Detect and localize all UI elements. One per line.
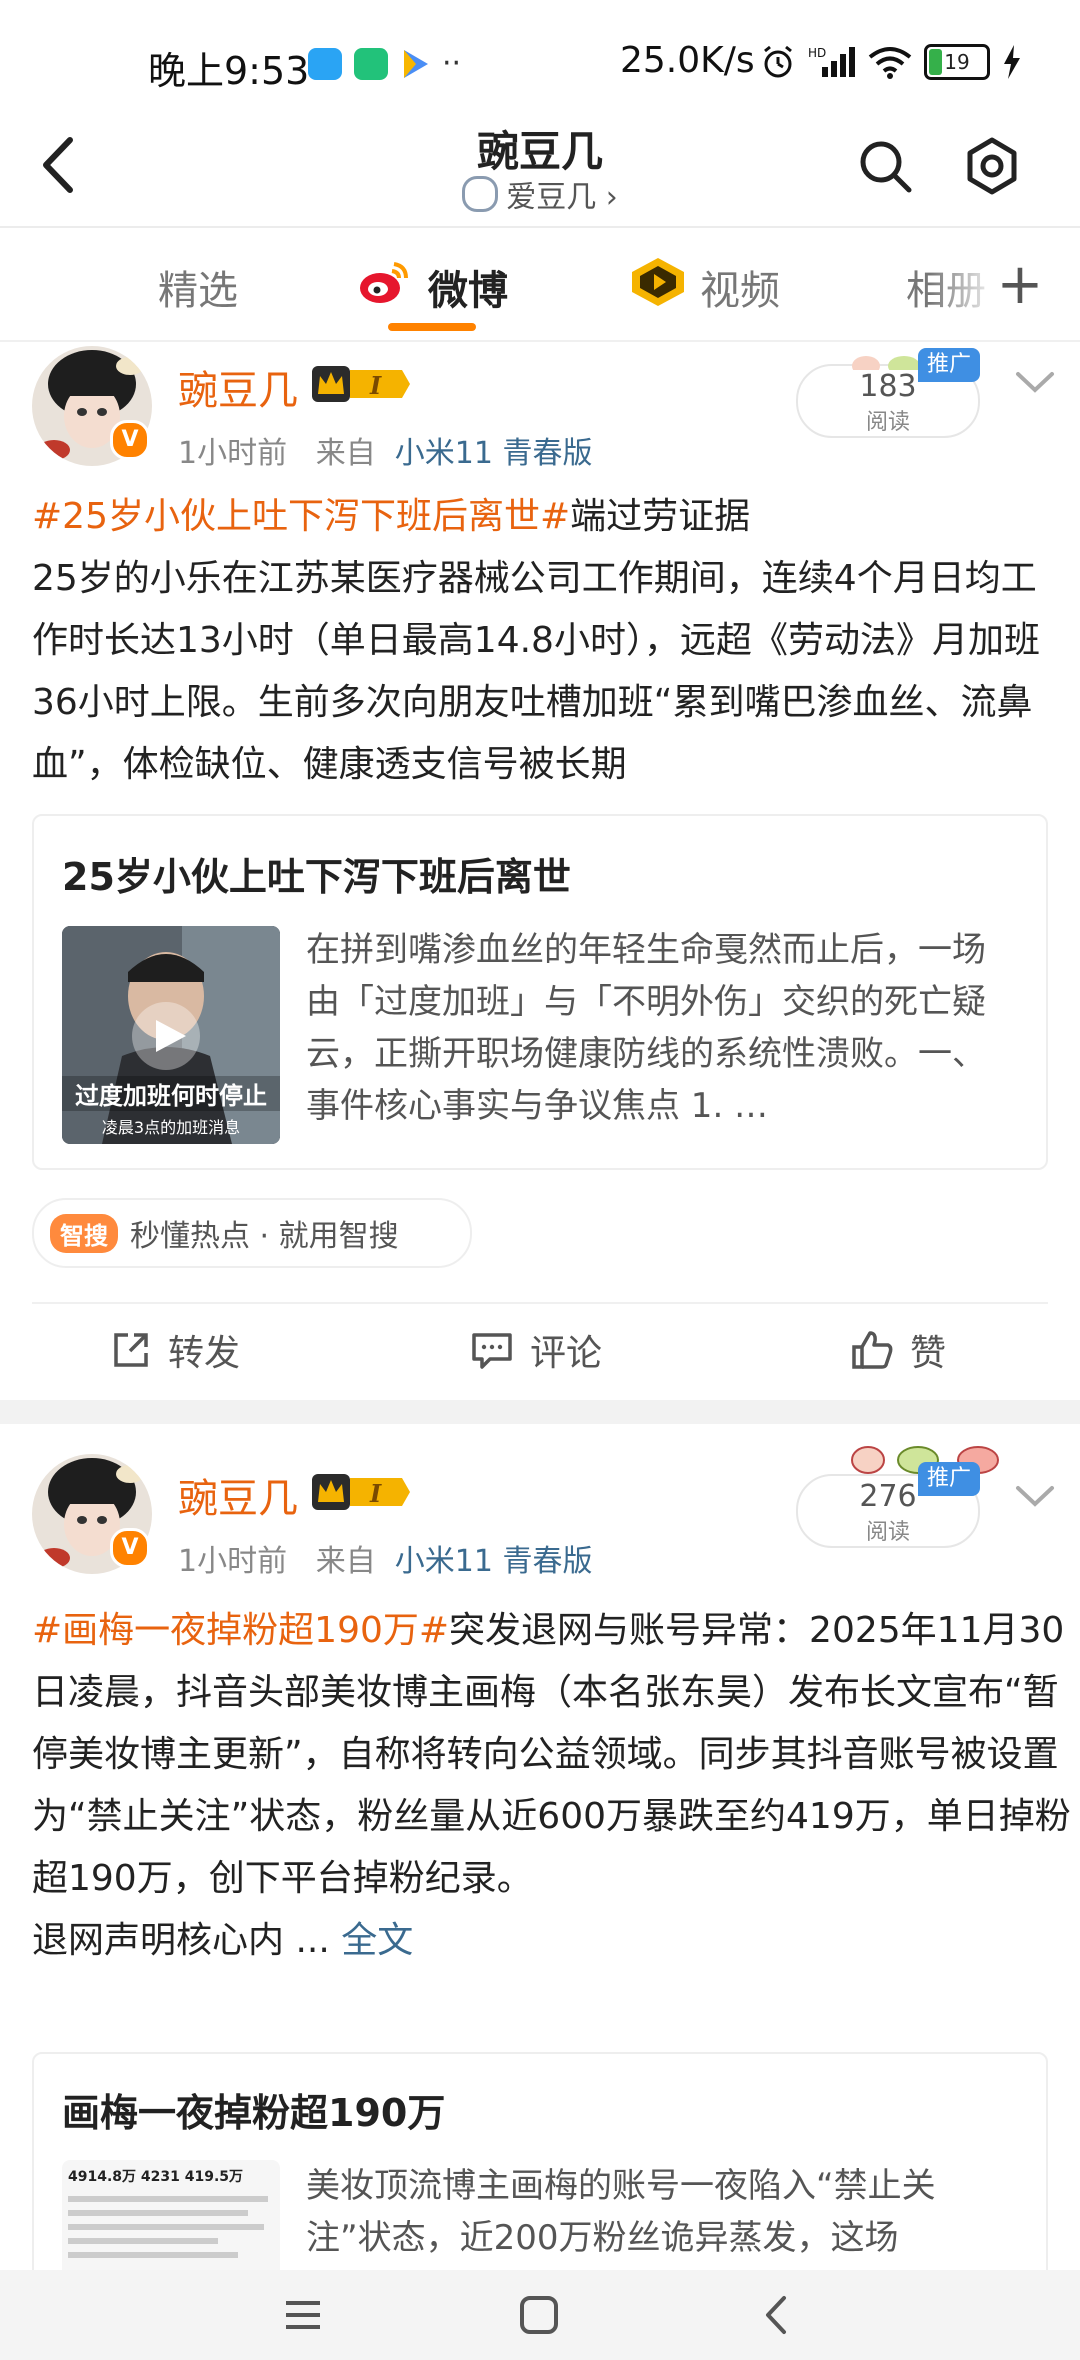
thumbnail-stats: 4914.8万 4231 419.5万	[68, 2169, 244, 2185]
chevron-down-icon[interactable]	[1010, 1476, 1060, 1516]
post-text-body: 25岁的小乐在江苏某医疗器械公司工作期间，连续4个月日均工作时长达13小时（单日…	[32, 558, 1040, 785]
promoted-badge: 推广	[918, 1462, 980, 1496]
verified-badge: V	[110, 420, 150, 460]
fan-group-label: 爱豆几 ›	[506, 180, 618, 215]
smart-search-badge: 智搜	[50, 1213, 118, 1253]
tab-weibo[interactable]: 微博	[428, 258, 508, 316]
repost-label: 转发	[168, 1333, 241, 1374]
notification-icons: ··	[308, 46, 461, 81]
article-summary: 在拼到嘴渗血丝的年轻生命戛然而止后，一场由「过度加班」与「不明外伤」交织的死亡疑…	[306, 930, 986, 1126]
verified-badge: V	[110, 1528, 150, 1568]
active-tab-indicator	[388, 323, 476, 331]
menu-icon	[286, 2301, 320, 2329]
post-meta: 1小时前 来自 小米11 青春版	[178, 428, 593, 472]
post-author[interactable]: 豌豆几	[178, 358, 298, 416]
vip-crown-icon: I	[312, 1472, 412, 1512]
video-icon	[630, 256, 686, 308]
status-time: 晚上9:53	[148, 49, 310, 93]
search-button[interactable]	[855, 136, 915, 196]
fan-group-icon	[462, 176, 499, 212]
post-text-tail: 退网声明核心内	[32, 1920, 285, 1961]
add-tab-button[interactable]: +	[990, 250, 1050, 320]
thumbs-up-icon	[852, 1331, 893, 1369]
page-title: 豌豆几	[476, 127, 603, 176]
repost-icon	[114, 1333, 148, 1367]
level-text: I	[369, 1479, 382, 1508]
full-text-link[interactable]: 全文	[341, 1920, 413, 1961]
vip-crown-icon: I	[312, 364, 412, 404]
post-time: 1小时前	[178, 436, 288, 471]
app-notification-icon	[354, 47, 388, 80]
post-separator	[0, 1400, 1080, 1424]
home-icon	[520, 2296, 558, 2334]
like-label: 赞	[910, 1333, 947, 1374]
play-store-icon	[404, 49, 428, 78]
article-card[interactable]: 25岁小伙上吐下泻下班后离世 过度加班何时停止 凌晨3点的加班消息 在拼到嘴渗血…	[32, 814, 1048, 1170]
article-title: 画梅一夜掉粉超190万	[62, 2091, 446, 2135]
post-from-label: 来自	[315, 1544, 376, 1579]
thumbnail-caption: 过度加班何时停止	[62, 1076, 280, 1111]
tab-video[interactable]: 视频	[700, 258, 780, 316]
wifi-icon	[868, 47, 912, 79]
thumbnail-subcaption: 凌晨3点的加班消息	[101, 1118, 241, 1137]
settings-button[interactable]	[962, 136, 1022, 196]
post-author[interactable]: 豌豆几	[178, 1466, 298, 1524]
post-meta: 1小时前 来自 小米11 青春版	[178, 1536, 593, 1580]
system-icons: HD 19	[760, 44, 1022, 80]
comment-icon	[472, 1333, 512, 1369]
chevron-down-icon[interactable]	[1010, 362, 1060, 402]
comment-button[interactable]: 评论	[470, 1324, 602, 1376]
home-button[interactable]	[518, 2294, 560, 2336]
search-icon	[860, 141, 912, 193]
fan-group-link[interactable]: 爱豆几 ›	[0, 172, 1080, 216]
header-divider	[0, 226, 1080, 228]
actions-divider	[32, 1302, 1048, 1304]
post-from-label: 来自	[315, 436, 376, 471]
nav-back-button[interactable]	[756, 2294, 798, 2336]
hashtag-link[interactable]: #画梅一夜掉粉超190万#	[32, 1610, 449, 1651]
system-nav-bar	[0, 2270, 1080, 2360]
smart-search-text: 秒懂热点 · 就用智搜	[130, 1219, 399, 1254]
svg-text:HD: HD	[808, 46, 826, 60]
status-bar: 晚上9:53 ·· 25.0K/s HD 19	[0, 0, 1080, 130]
battery-level: 19	[944, 50, 970, 74]
tab-featured[interactable]: 精选	[158, 258, 238, 316]
weibo-icon	[356, 254, 412, 310]
repost-button[interactable]: 转发	[110, 1324, 240, 1376]
more-notifications-icon: ··	[442, 46, 462, 81]
network-speed: 25.0K/s	[620, 40, 755, 81]
level-text: I	[369, 371, 382, 400]
post-text: #画梅一夜掉粉超190万#突发退网与账号异常：2025年11月30日凌晨，抖音头…	[32, 1600, 1072, 1972]
article-thumbnail: 过度加班何时停止 凌晨3点的加班消息	[62, 926, 280, 1144]
smart-search-chip[interactable]: 智搜 秒懂热点 · 就用智搜	[32, 1198, 472, 1268]
back-arrow-icon	[766, 2296, 786, 2334]
ellipsis: ...	[284, 1920, 342, 1961]
post-text-lead: 端过劳证据	[570, 496, 751, 537]
promoted-badge: 推广	[918, 348, 980, 382]
post-text: #25岁小伙上吐下泻下班后离世#端过劳证据 25岁的小乐在江苏某医疗器械公司工作…	[32, 486, 1072, 796]
post-time: 1小时前	[178, 1544, 288, 1579]
post-source[interactable]: 小米11 青春版	[395, 436, 593, 471]
post-text-body: 突发退网与账号异常：2025年11月30日凌晨，抖音头部美妆博主画梅（本名张东昊…	[32, 1610, 1071, 1899]
app-notification-icon	[308, 47, 342, 80]
read-label: 阅读	[865, 410, 910, 435]
signal-icon: HD	[808, 46, 855, 77]
read-label: 阅读	[865, 1520, 910, 1545]
comment-label: 评论	[530, 1333, 603, 1374]
menu-button[interactable]	[282, 2294, 324, 2336]
article-title: 25岁小伙上吐下泻下班后离世	[62, 855, 571, 899]
charging-icon	[1004, 45, 1020, 79]
gear-icon	[967, 137, 1017, 195]
hashtag-link[interactable]: #25岁小伙上吐下泻下班后离世#	[32, 496, 570, 537]
post-source[interactable]: 小米11 青春版	[395, 1544, 593, 1579]
battery-icon: 19	[924, 44, 990, 80]
like-button[interactable]: 赞	[850, 1324, 946, 1376]
alarm-icon	[764, 45, 792, 78]
